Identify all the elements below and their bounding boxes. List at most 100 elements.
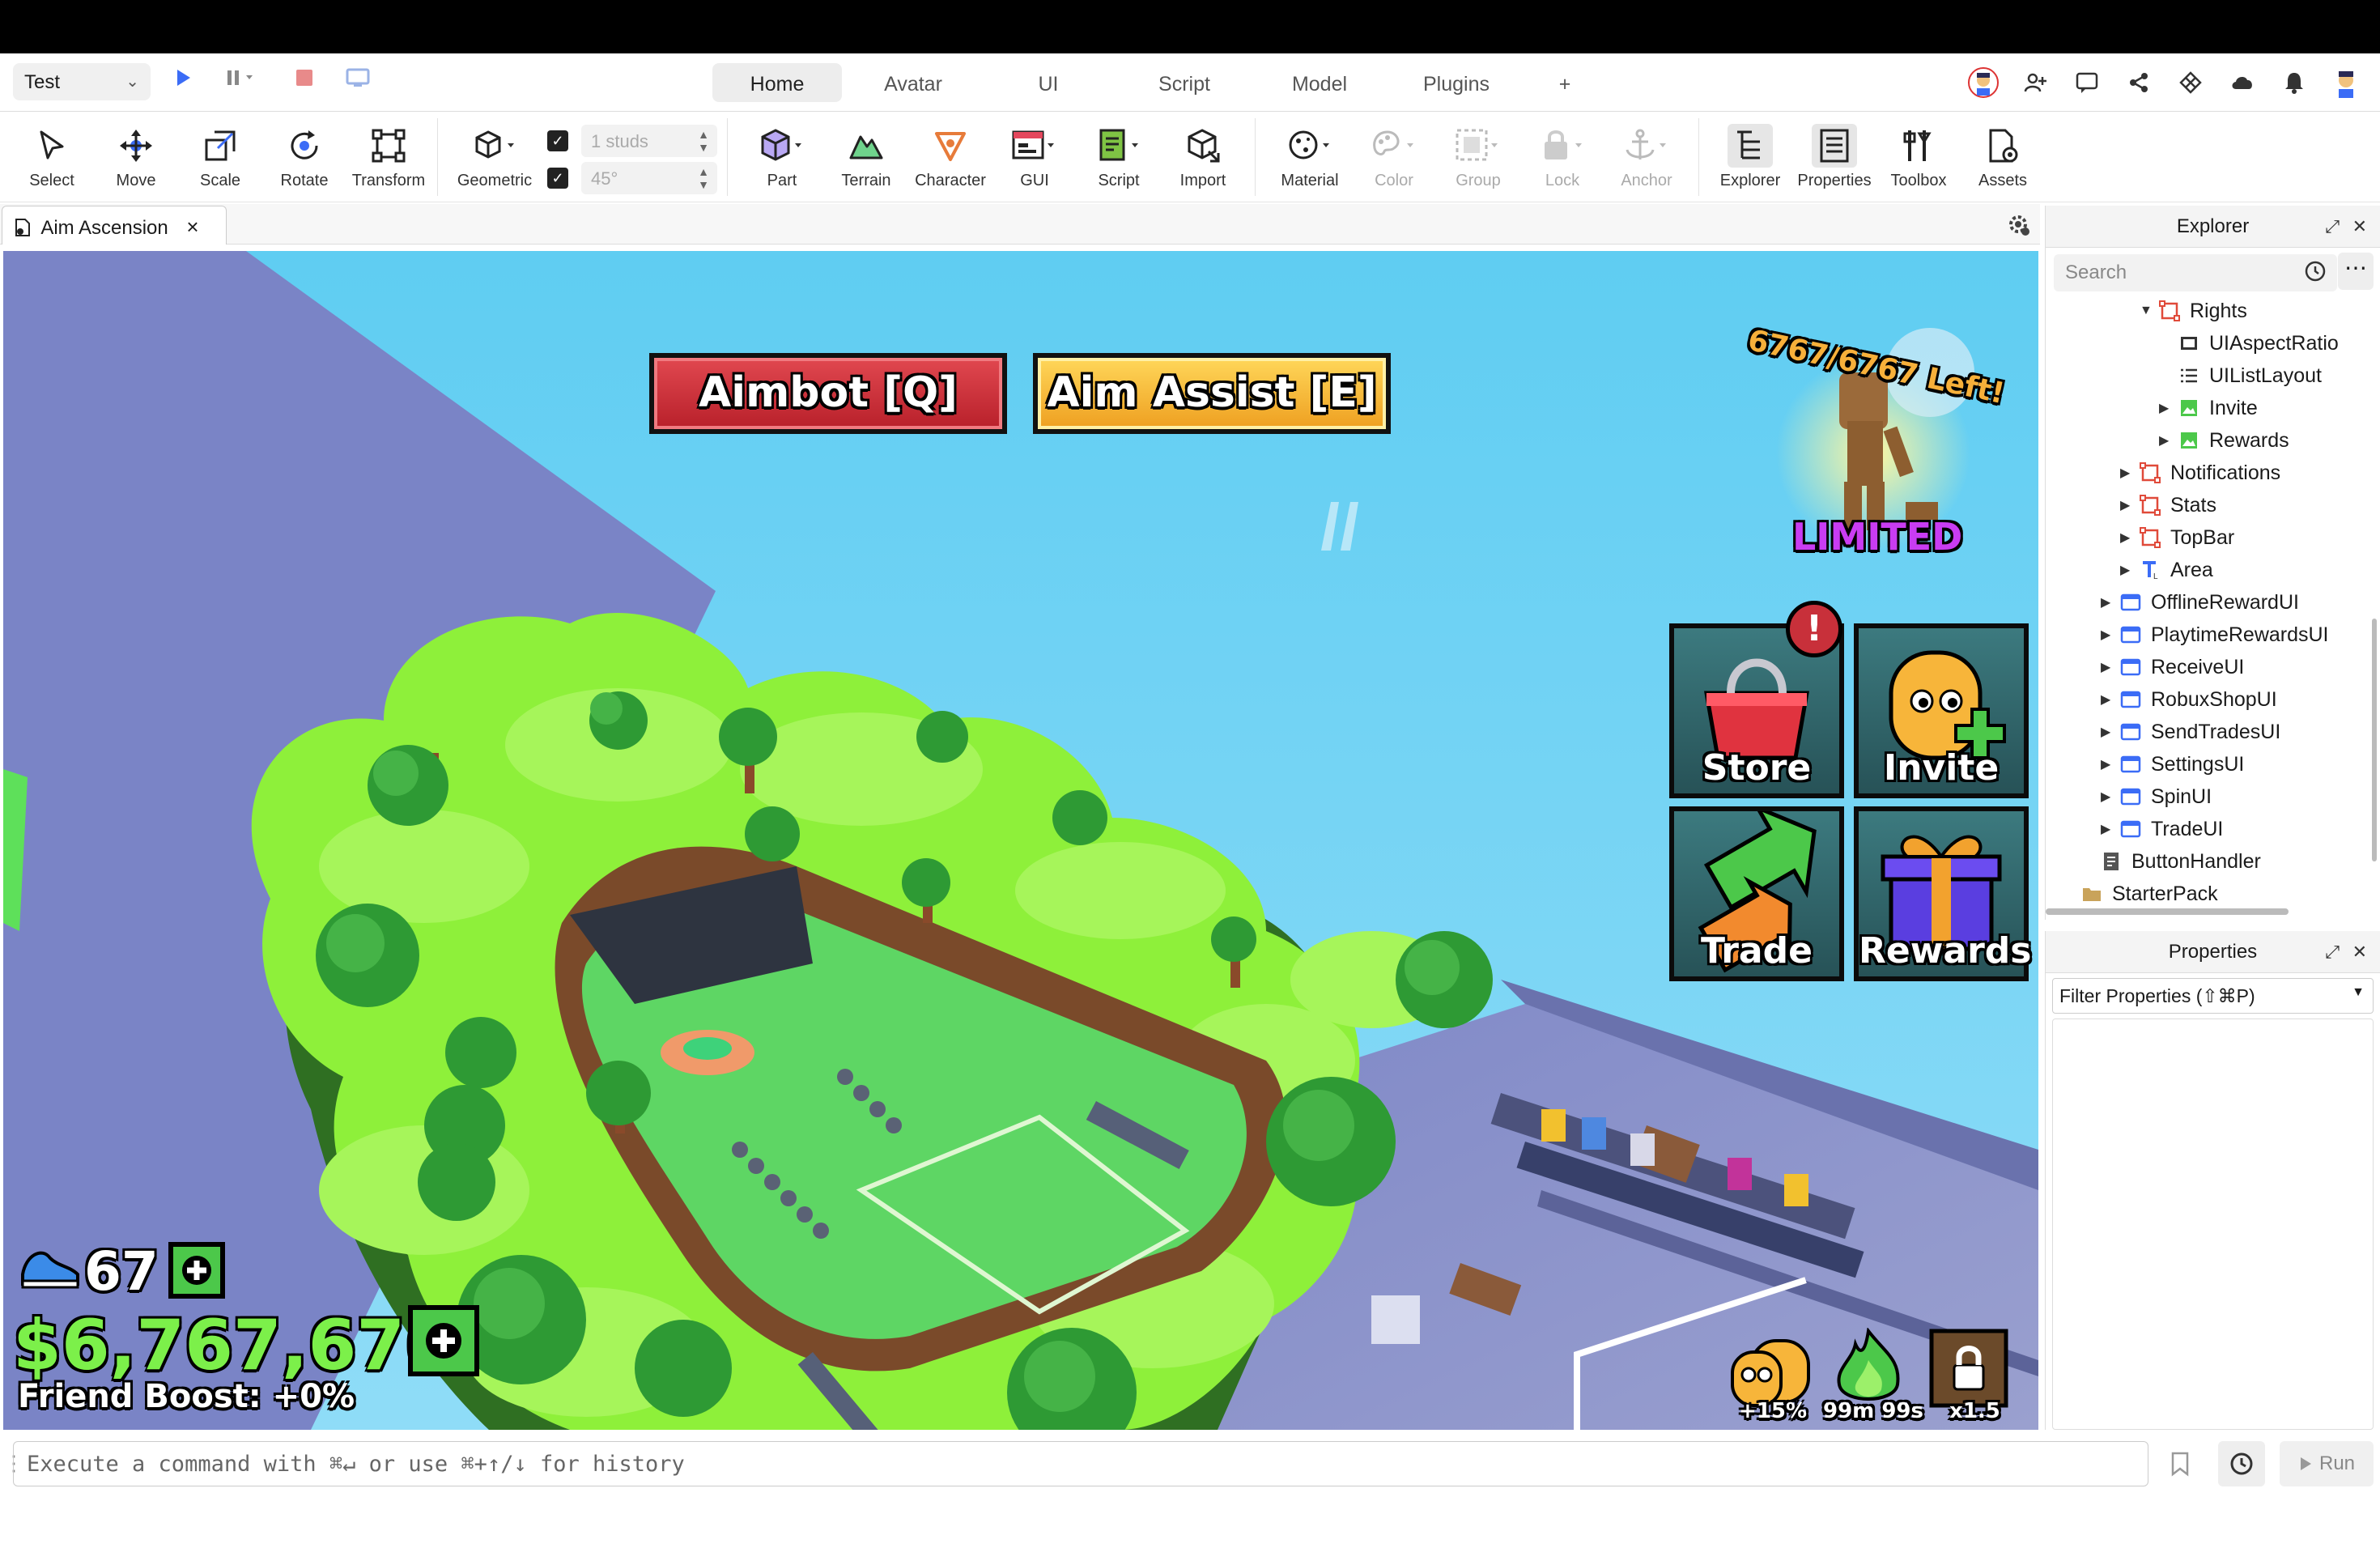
game-viewport[interactable]: Aimbot [Q] Aim Assist [E] 6767/6767 Left… <box>3 251 2038 1430</box>
tab-home[interactable]: Home <box>712 63 842 102</box>
move-snap-input[interactable]: 1 studs ▲ ▼ <box>581 125 717 157</box>
explorer-item-starterpack[interactable]: StarterPack <box>2062 878 2218 910</box>
explorer-item-receiveui[interactable]: ▶ ReceiveUI <box>2101 651 2244 683</box>
chevron-right-icon[interactable]: ▶ <box>2101 724 2119 740</box>
tab-add[interactable]: + <box>1530 63 1600 102</box>
close-tab-icon[interactable]: × <box>186 215 198 239</box>
explorer-item-area[interactable]: ▶ L Area <box>2120 554 2213 586</box>
chevron-right-icon[interactable]: ▶ <box>2101 659 2119 675</box>
chevron-right-icon[interactable]: ▶ <box>2120 562 2138 578</box>
character-button[interactable]: Character <box>908 123 992 190</box>
explorer-item-uiaspectratio[interactable]: UIAspectRatio <box>2159 327 2339 359</box>
viewport-settings-icon[interactable] <box>2006 212 2030 240</box>
bookmark-icon[interactable] <box>2170 1451 2191 1481</box>
properties-toggle-button[interactable]: Properties <box>1792 123 1876 190</box>
chevron-right-icon[interactable]: ▶ <box>2120 497 2138 513</box>
chevron-right-icon[interactable]: ▶ <box>2101 756 2119 772</box>
tree-scrollbar-horizontal[interactable] <box>2046 908 2289 915</box>
tab-script[interactable]: Script <box>1112 63 1256 102</box>
geometric-mode-button[interactable]: Geometric <box>450 123 539 190</box>
chevron-right-icon[interactable]: ▶ <box>2120 529 2138 546</box>
assets-button[interactable]: Assets <box>1961 123 2045 190</box>
tab-model[interactable]: Model <box>1256 63 1383 102</box>
command-input[interactable]: Execute a command with ⌘↵ or use ⌘+↑/↓ f… <box>13 1441 2148 1486</box>
explorer-item-sendtradesui[interactable]: ▶ SendTradesUI <box>2101 716 2280 748</box>
explorer-item-rights[interactable]: ▼ Rights <box>2140 295 2247 327</box>
move-snap-checkbox[interactable]: ✓ <box>547 130 568 151</box>
cloud-icon[interactable] <box>2216 63 2268 102</box>
explorer-item-offlinerewardui[interactable]: ▶ OfflineRewardUI <box>2101 586 2299 619</box>
limited-item-widget[interactable]: 6767/6767 Left! LIMITED <box>1744 300 2011 559</box>
explorer-item-rewards[interactable]: ▶ Rewards <box>2159 424 2289 457</box>
chevron-right-icon[interactable]: ▶ <box>2101 627 2119 643</box>
explorer-item-playtimerewardsui[interactable]: ▶ PlaytimeRewardsUI <box>2101 619 2329 651</box>
profile-avatar-icon[interactable] <box>2320 63 2372 102</box>
tab-avatar[interactable]: Avatar <box>842 63 984 102</box>
share-icon[interactable] <box>2113 63 2165 102</box>
play-icon[interactable] <box>172 66 194 97</box>
close-panel-icon[interactable]: ✕ <box>2352 206 2367 248</box>
move-tool-button[interactable]: Move <box>94 123 178 190</box>
explorer-item-invite[interactable]: ▶ Invite <box>2159 392 2258 424</box>
color-button[interactable]: Color <box>1352 123 1436 190</box>
tab-ui[interactable]: UI <box>984 63 1112 102</box>
toolbox-button[interactable]: Toolbox <box>1876 123 1961 190</box>
explorer-item-stats[interactable]: ▶ Stats <box>2120 489 2216 521</box>
invite-tile-button[interactable]: Invite <box>1854 623 2029 798</box>
rotate-snap-checkbox[interactable]: ✓ <box>547 168 568 189</box>
explorer-item-robuxshopui[interactable]: ▶ RobuxShopUI <box>2101 683 2277 716</box>
chevron-down-icon[interactable]: ▼ <box>2140 304 2157 318</box>
rotate-snap-input[interactable]: 45° ▲ ▼ <box>581 162 717 194</box>
device-emulator-icon[interactable] <box>345 66 371 97</box>
chevron-right-icon[interactable]: ▶ <box>2101 691 2119 708</box>
lock-button[interactable]: Lock <box>1520 123 1604 190</box>
trade-tile-button[interactable]: Trade <box>1669 806 1844 981</box>
chevron-right-icon[interactable]: ▶ <box>2101 594 2119 610</box>
more-options-icon[interactable]: ⋯ <box>2338 253 2374 290</box>
popout-icon[interactable]: ⤢ <box>2325 931 2340 973</box>
part-button[interactable]: Part <box>740 123 824 190</box>
doc-tab-aim-ascension[interactable]: Aim Ascension × <box>2 206 227 245</box>
rotate-tool-button[interactable]: Rotate <box>262 123 346 190</box>
speed-plus-button[interactable] <box>168 1242 225 1299</box>
stop-icon[interactable] <box>293 66 316 97</box>
close-panel-icon[interactable]: ✕ <box>2352 931 2367 973</box>
test-mode-dropdown[interactable]: Test ⌄ <box>13 63 151 100</box>
extensions-icon[interactable] <box>2165 63 2216 102</box>
import-button[interactable]: Import <box>1161 123 1245 190</box>
explorer-item-spinui[interactable]: ▶ SpinUI <box>2101 780 2212 813</box>
explorer-item-notifications[interactable]: ▶ Notifications <box>2120 457 2280 489</box>
explorer-search-input[interactable]: Search <box>2054 254 2337 291</box>
pause-icon[interactable] <box>223 66 256 97</box>
chevron-right-icon[interactable]: ▶ <box>2159 400 2177 416</box>
transform-tool-button[interactable]: Transform <box>346 123 431 190</box>
script-button[interactable]: Script <box>1077 123 1161 190</box>
chevron-right-icon[interactable]: ▶ <box>2101 821 2119 837</box>
command-history-button[interactable] <box>2218 1441 2265 1486</box>
chevron-right-icon[interactable]: ▶ <box>2120 465 2138 481</box>
chevron-right-icon[interactable]: ▶ <box>2101 789 2119 805</box>
gui-button[interactable]: GUI <box>992 123 1077 190</box>
group-button[interactable]: Group <box>1436 123 1520 190</box>
notification-bell-icon[interactable] <box>2268 63 2320 102</box>
select-tool-button[interactable]: Select <box>10 123 94 190</box>
stepper-arrows-icon[interactable]: ▲ ▼ <box>698 128 709 154</box>
cash-plus-button[interactable] <box>408 1305 479 1376</box>
run-command-button[interactable]: Run <box>2280 1441 2374 1486</box>
friend-boost-badge[interactable]: +15% <box>1728 1336 1817 1425</box>
aimbot-button[interactable]: Aimbot [Q] <box>649 353 1007 434</box>
material-button[interactable]: Material <box>1268 123 1352 190</box>
popout-icon[interactable]: ⤢ <box>2325 206 2340 248</box>
rewards-tile-button[interactable]: Rewards <box>1854 806 2031 981</box>
explorer-item-buttonhandler[interactable]: ButtonHandler <box>2081 845 2261 878</box>
multiplier-boost-badge[interactable]: x1.5 <box>1928 1328 2017 1425</box>
chevron-right-icon[interactable]: ▶ <box>2159 432 2177 449</box>
aim-assist-button[interactable]: Aim Assist [E] <box>1033 353 1391 434</box>
stepper-arrows-icon[interactable]: ▲ ▼ <box>698 165 709 191</box>
filter-properties-input[interactable]: Filter Properties (⇧⌘P) ▼ <box>2052 978 2374 1014</box>
scale-tool-button[interactable]: Scale <box>178 123 262 190</box>
tab-plugins[interactable]: Plugins <box>1383 63 1530 102</box>
explorer-item-topbar[interactable]: ▶ TopBar <box>2120 521 2234 554</box>
terrain-button[interactable]: Terrain <box>824 123 908 190</box>
user-avatar-icon[interactable] <box>1957 63 2009 102</box>
